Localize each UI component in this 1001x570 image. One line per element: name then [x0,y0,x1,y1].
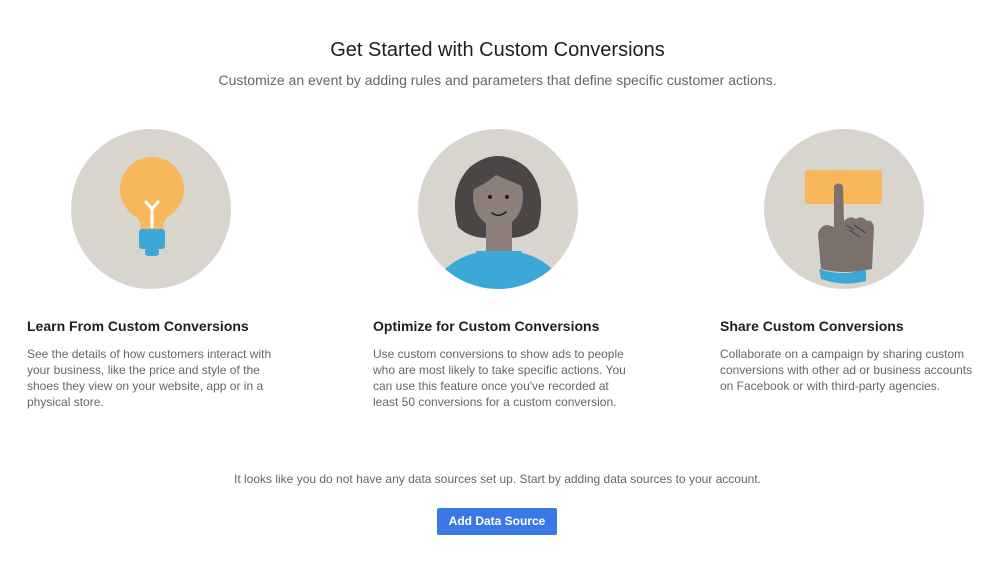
pointing-hand-icon [764,129,924,289]
card-title-optimize: Optimize for Custom Conversions [373,318,600,334]
add-data-source-button[interactable]: Add Data Source [437,508,557,535]
page-title: Get Started with Custom Conversions [330,39,665,61]
card-body-learn: See the details of how customers interac… [27,347,272,409]
custom-conversions-empty-state: Get Started with Custom Conversions Cust… [0,0,1001,570]
card-title-share: Share Custom Conversions [720,318,904,334]
card-title-learn: Learn From Custom Conversions [27,318,249,334]
lightbulb-icon [71,129,231,289]
person-icon [418,129,578,289]
card-body-share: Collaborate on a campaign by sharing cus… [720,347,973,393]
no-data-sources-notice: It looks like you do not have any data s… [234,472,761,486]
card-body-optimize: Use custom conversions to show ads to pe… [373,347,626,409]
page-subtitle: Customize an event by adding rules and p… [218,72,777,88]
